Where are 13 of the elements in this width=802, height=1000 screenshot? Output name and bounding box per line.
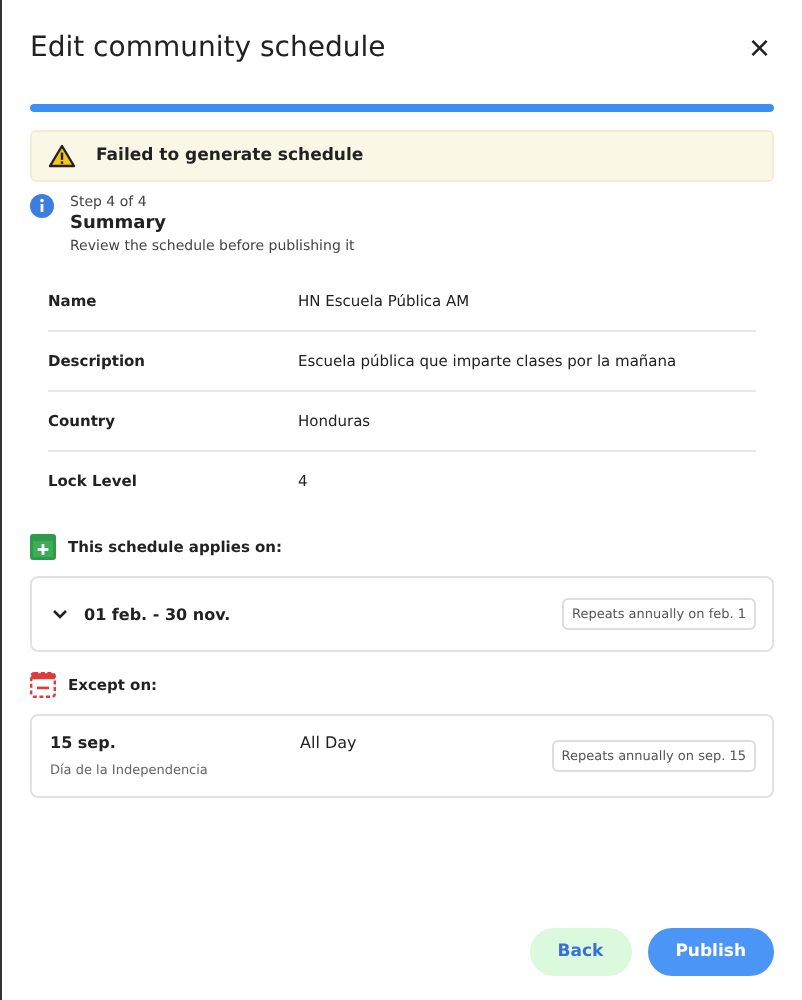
back-button[interactable]: Back [529, 928, 632, 976]
calendar-add-icon [30, 534, 56, 560]
close-button[interactable]: × [744, 30, 774, 66]
calendar-remove-icon [30, 672, 56, 698]
step-title: Summary [70, 214, 169, 234]
alert-text: Failed to generate schedule [96, 146, 364, 166]
chevron-icon [52, 608, 68, 620]
exception-date: 15 sep. [50, 734, 118, 752]
warning-icon [48, 144, 76, 168]
exception-time: All Day [300, 734, 357, 752]
info-icon [30, 194, 54, 218]
date-range-toggle[interactable]: 01 feb. - 30 nov. [52, 605, 231, 623]
dialog-title: Edit community schedule [30, 32, 386, 64]
